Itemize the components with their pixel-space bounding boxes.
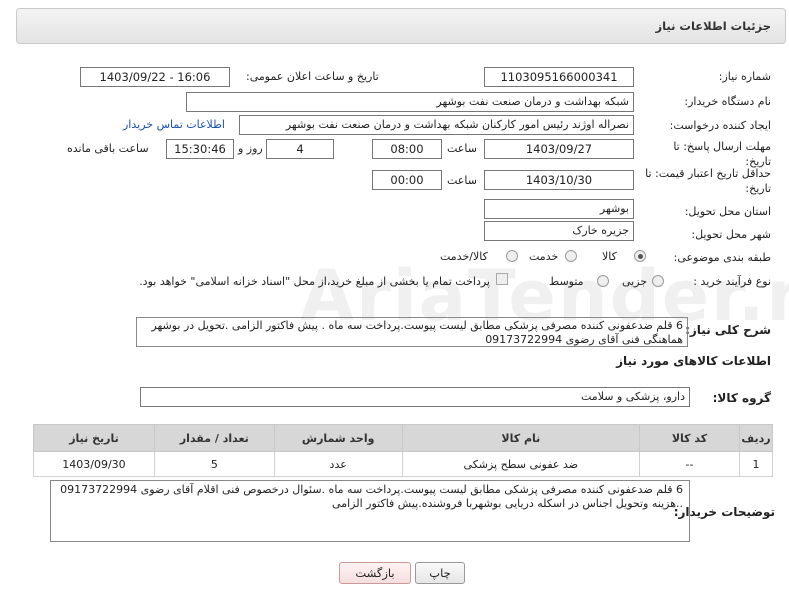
col-code-header: کد کالا xyxy=(639,424,741,452)
creator-field: نصراله اوژند رئیس امور کارکنان شبکه بهدا… xyxy=(239,115,634,135)
description-text: 6 قلم ضدعفونی کننده مصرفی پزشکی مطابق لی… xyxy=(136,317,688,347)
category-service-radio[interactable] xyxy=(565,250,577,262)
items-table: ردیف کد کالا نام کالا واحد شمارش تعداد /… xyxy=(33,424,773,477)
category-both-radio[interactable] xyxy=(506,250,518,262)
buyer-notes-text: 6 قلم ضدعفونی کننده مصرفی پزشکی مطابق لی… xyxy=(50,480,690,542)
cell-row: 1 xyxy=(739,451,773,477)
goods-group-field: دارو، پزشکی و سلامت xyxy=(140,387,690,407)
goods-group-label: گروه کالا: xyxy=(712,391,771,405)
process-label: نوع فرآیند خرید : xyxy=(693,275,771,288)
announce-label: تاریخ و ساعت اعلان عمومی: xyxy=(246,70,379,83)
process-minor-label: جزیی xyxy=(622,275,648,288)
page-title: جزئیات اطلاعات نیاز xyxy=(655,19,771,33)
cell-qty: 5 xyxy=(153,451,275,477)
validity-time-field: 00:00 xyxy=(372,170,442,190)
deadline-date-field: 1403/09/27 xyxy=(484,139,634,159)
province-label: استان محل تحویل: xyxy=(684,205,771,218)
table-row: 1 -- ضد عفونی سطح پزشکی عدد 5 1403/09/30 xyxy=(33,451,773,477)
creator-label: ایجاد کننده درخواست: xyxy=(669,119,771,132)
cell-name: ضد عفونی سطح پزشکی xyxy=(401,451,641,477)
category-goods-radio[interactable] xyxy=(634,250,646,262)
announce-field: 1403/09/22 - 16:06 xyxy=(80,67,230,87)
city-field: جزیره خارک xyxy=(484,221,634,241)
cell-unit: عدد xyxy=(273,451,403,477)
col-date-header: تاریخ نیاز xyxy=(33,424,155,452)
validity-time-label: ساعت xyxy=(447,174,477,187)
city-label: شهر محل تحویل: xyxy=(691,228,771,241)
days-field: 4 xyxy=(266,139,334,159)
col-row-header: ردیف xyxy=(739,424,773,452)
treasury-note: پرداخت تمام یا بخشی از مبلغ خرید،از محل … xyxy=(139,275,490,288)
treasury-checkbox[interactable] xyxy=(496,273,508,285)
buyer-field: شبکه بهداشت و درمان صنعت نفت بوشهر xyxy=(186,92,634,112)
validity-label: حداقل تاریخ اعتبار قیمت: تا تاریخ: xyxy=(645,167,771,195)
category-goods-label: کالا xyxy=(602,250,617,263)
deadline-time-field: 08:00 xyxy=(372,139,442,159)
deadline-label: مهلت ارسال پاسخ: تا تاریخ: xyxy=(673,140,771,168)
goods-section-title: اطلاعات کالاهای مورد نیاز xyxy=(616,354,771,368)
col-qty-header: تعداد / مقدار xyxy=(153,424,275,452)
validity-date-field: 1403/10/30 xyxy=(484,170,634,190)
col-unit-header: واحد شمارش xyxy=(273,424,403,452)
contact-buyer-link[interactable]: اطلاعات تماس خریدار xyxy=(123,118,225,131)
category-label: طبقه بندی موضوعی: xyxy=(673,251,771,264)
deadline-time-label: ساعت xyxy=(447,142,477,155)
category-both-label: کالا/خدمت xyxy=(440,250,488,263)
col-name-header: نام کالا xyxy=(401,424,641,452)
need-number-label: شماره نیاز: xyxy=(718,70,771,83)
buyer-label: نام دستگاه خریدار: xyxy=(684,95,771,108)
process-medium-label: متوسط xyxy=(549,275,584,288)
print-button[interactable]: چاپ xyxy=(415,562,465,584)
province-field: بوشهر xyxy=(484,199,634,219)
table-header-row: ردیف کد کالا نام کالا واحد شمارش تعداد /… xyxy=(33,424,773,452)
description-label: شرح کلی نیاز: xyxy=(685,323,771,337)
remaining-label: ساعت باقی مانده xyxy=(67,142,149,155)
need-number-field: 1103095166000341 xyxy=(484,67,634,87)
remaining-time-field: 15:30:46 xyxy=(166,139,234,159)
back-button[interactable]: بازگشت xyxy=(339,562,411,584)
cell-code: -- xyxy=(639,451,741,477)
category-service-label: خدمت xyxy=(529,250,559,263)
days-label: روز و xyxy=(238,142,263,155)
cell-date: 1403/09/30 xyxy=(33,451,155,477)
process-medium-radio[interactable] xyxy=(597,275,609,287)
process-minor-radio[interactable] xyxy=(652,275,664,287)
page-header: جزئیات اطلاعات نیاز xyxy=(16,8,786,44)
